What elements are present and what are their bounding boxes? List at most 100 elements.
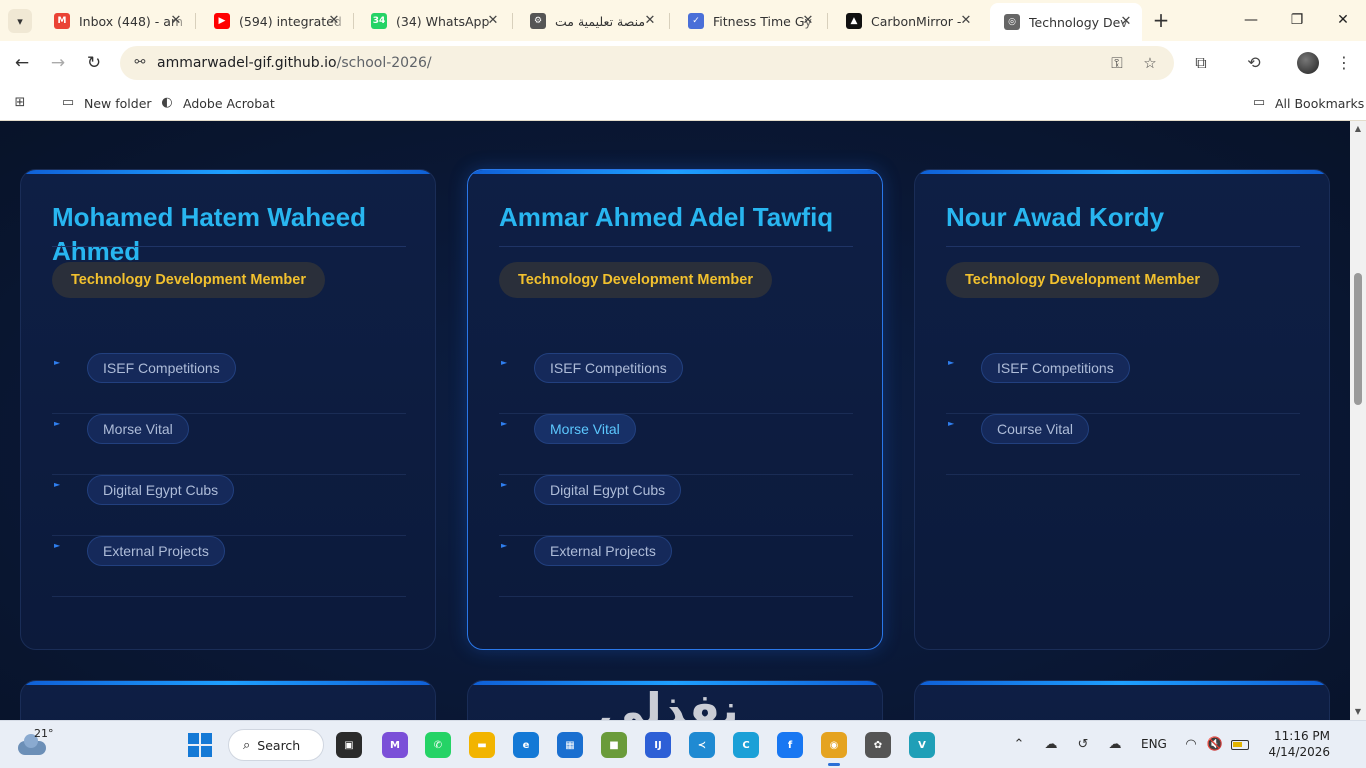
bookmark-new-folder[interactable]: ▭ New folder (60, 93, 152, 113)
cisco-icon[interactable]: C (733, 732, 759, 758)
taskbar-search[interactable]: ⌕ Search (228, 729, 324, 761)
history-icon[interactable]: ⟲ (1243, 52, 1265, 74)
search-icon: ⌕ (243, 737, 251, 753)
scroll-up-icon[interactable]: ▲ (1353, 124, 1363, 134)
forward-arrow-icon[interactable]: → (46, 51, 70, 75)
project-chip[interactable]: Morse Vital (534, 414, 636, 444)
close-tab-icon[interactable]: ✕ (326, 13, 342, 29)
profile-avatar[interactable] (1297, 52, 1319, 74)
chrome-icon[interactable]: ◉ (821, 732, 847, 766)
site-settings-icon[interactable]: ⚯ (131, 54, 149, 72)
divider (499, 246, 853, 247)
browser-tab[interactable]: ⚙ منصة تعليمية مت ✕ (516, 6, 666, 36)
openai-icon: ⚙ (530, 13, 546, 29)
whatsapp-app-icon[interactable]: ✆ (425, 732, 451, 758)
restore-icon[interactable]: ❐ (1286, 9, 1308, 31)
bookmarks-bar: ⊞ ▭ New folder ◐ Adobe Acrobat ▭ All Bookma… (0, 85, 1366, 121)
page-content: Mohamed Hatem Waheed Ahmed Technology Dev… (0, 121, 1350, 720)
address-bar[interactable]: ⚯ ammarwadel-gif.github.io/school-2026/ … (120, 46, 1174, 80)
tray-chevron-up-icon[interactable]: ⌃ (1009, 735, 1029, 755)
close-tab-icon[interactable]: ✕ (958, 13, 974, 29)
member-card (20, 680, 436, 720)
bookmark-star-icon[interactable]: ☆ (1140, 53, 1160, 73)
kebab-menu-icon[interactable]: ⋮ (1333, 52, 1355, 74)
member-name: Mohamed Hatem Waheed Ahmed (52, 202, 366, 266)
youtube-icon: ▶ (214, 13, 230, 29)
browser-tab[interactable]: ▲ CarbonMirror - ✕ (832, 6, 982, 36)
apps-grid-icon[interactable]: ⊞ (12, 93, 36, 113)
edge-icon[interactable]: e (513, 732, 539, 758)
minimize-icon[interactable]: — (1240, 9, 1262, 31)
close-window-icon[interactable]: ✕ (1332, 9, 1354, 31)
task-view-icon[interactable]: ▣ (336, 732, 362, 758)
browser-tab[interactable]: M Inbox (448) - am ✕ (40, 6, 192, 36)
file-explorer-icon[interactable]: ▬ (469, 732, 495, 758)
onedrive-icon[interactable]: ☁ (1041, 735, 1061, 755)
tab-search-chevron-icon[interactable]: ▾ (8, 9, 32, 33)
close-tab-icon[interactable]: ✕ (168, 13, 184, 29)
minecraft-icon[interactable]: ■ (601, 732, 627, 758)
extensions-puzzle-icon[interactable]: ⧉ (1190, 52, 1212, 74)
project-chip[interactable]: External Projects (534, 536, 672, 566)
project-chip[interactable]: Digital Egypt Cubs (87, 475, 235, 505)
project-chip[interactable]: Morse Vital (87, 414, 189, 444)
volume-muted-icon[interactable]: 🔇 (1205, 735, 1225, 755)
intellij-icon[interactable]: IJ (645, 732, 671, 758)
visual-studio-icon[interactable]: V (909, 732, 935, 758)
tab-separator (669, 13, 670, 29)
list-item: ► Morse Vital (52, 414, 406, 475)
project-chip[interactable]: External Projects (87, 536, 225, 566)
project-chip[interactable]: ISEF Competitions (534, 353, 683, 383)
page-scrollbar[interactable]: ▲ ▼ (1350, 121, 1366, 720)
battery-icon[interactable] (1231, 740, 1249, 750)
list-item: ► Digital Egypt Cubs (499, 475, 853, 536)
wifi-icon[interactable]: ◠ (1181, 735, 1201, 755)
project-chip[interactable]: Digital Egypt Cubs (534, 475, 682, 505)
bullet-arrow-icon: ► (501, 541, 508, 550)
store-icon[interactable]: ▦ (557, 732, 583, 758)
close-tab-icon[interactable]: ✕ (642, 13, 658, 29)
list-item: ► Digital Egypt Cubs (52, 475, 406, 536)
davinci-icon[interactable]: ✿ (865, 732, 891, 758)
tab-separator (512, 13, 513, 29)
close-tab-icon[interactable]: ✕ (485, 13, 501, 29)
scroll-down-icon[interactable]: ▼ (1353, 707, 1363, 717)
member-name: Nour Awad Kordy (946, 202, 1165, 232)
browser-tab[interactable]: ▶ (594) integrated ✕ (200, 6, 350, 36)
clock[interactable]: 11:16 PM 4/14/2026 (1262, 728, 1330, 760)
role-badge: Technology Development Member (946, 262, 1219, 298)
bookmark-adobe-acrobat[interactable]: ◐ Adobe Acrobat (159, 93, 274, 113)
project-chip[interactable]: ISEF Competitions (981, 353, 1130, 383)
bullet-arrow-icon: ► (948, 419, 955, 428)
back-arrow-icon[interactable]: ← (10, 51, 34, 75)
sync-icon[interactable]: ↺ (1073, 735, 1093, 755)
url-text[interactable]: ammarwadel-gif.github.io/school-2026/ (157, 55, 432, 71)
vscode-icon[interactable]: ≺ (689, 732, 715, 758)
bullet-arrow-icon: ► (54, 480, 61, 489)
windows-start-icon[interactable] (188, 733, 212, 757)
close-tab-icon[interactable]: ✕ (1118, 14, 1134, 30)
list-item: ► ISEF Competitions (946, 353, 1300, 414)
close-tab-icon[interactable]: ✕ (800, 13, 816, 29)
m365-icon[interactable]: M (382, 732, 408, 758)
language-indicator[interactable]: ENG (1141, 737, 1167, 751)
facebook-icon[interactable]: f (777, 732, 803, 758)
reload-icon[interactable]: ↻ (82, 51, 106, 75)
fitness-icon: ✓ (688, 13, 704, 29)
project-chip[interactable]: Course Vital (981, 414, 1090, 444)
new-tab-plus-icon[interactable]: + (1150, 9, 1172, 31)
all-bookmarks[interactable]: ▭ All Bookmarks (1251, 93, 1364, 113)
cloud-tray-icon[interactable]: ☁ (1105, 735, 1125, 755)
member-card: Nour Awad Kordy Technology Development Me… (914, 169, 1330, 650)
role-badge: Technology Development Member (499, 262, 772, 298)
weather-widget[interactable]: 21° (14, 727, 54, 763)
project-chip[interactable]: ISEF Competitions (87, 353, 236, 383)
password-key-icon[interactable]: ⚿ (1107, 53, 1127, 73)
browser-tab[interactable]: ✓ Fitness Time Gy ✕ (674, 6, 824, 36)
scrollbar-thumb[interactable] (1354, 273, 1362, 405)
bullet-arrow-icon: ► (54, 541, 61, 550)
member-card: Mohamed Hatem Waheed Ahmed Technology Dev… (20, 169, 436, 650)
folder-icon: ▭ (61, 95, 75, 110)
browser-tab[interactable]: 34 (34) WhatsApp ✕ (357, 6, 509, 36)
browser-tab[interactable]: ◎ Technology Dev ✕ (990, 3, 1142, 41)
